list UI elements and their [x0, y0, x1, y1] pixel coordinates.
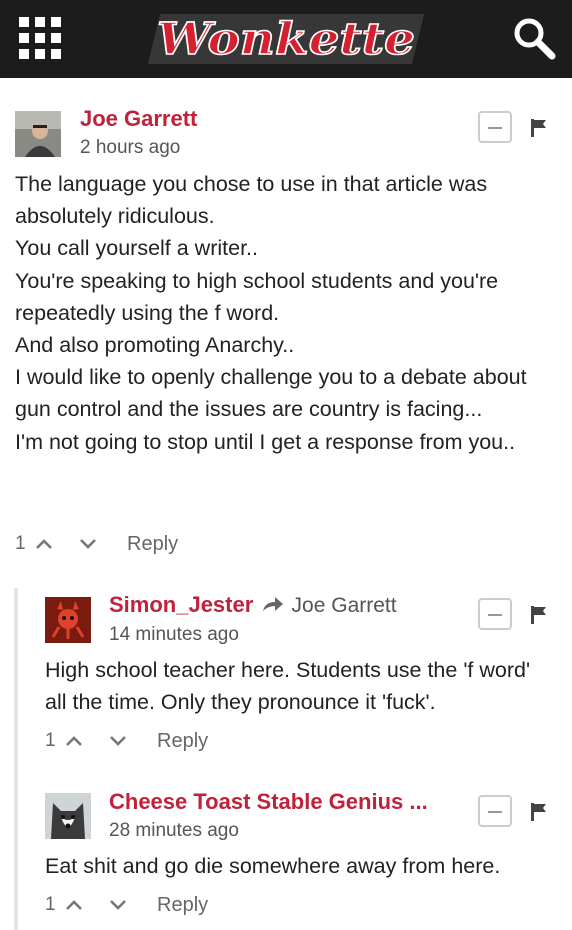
vote-count: 1 [45, 894, 56, 915]
flag-icon[interactable] [531, 803, 547, 821]
avatar[interactable] [45, 793, 91, 839]
collapse-button[interactable] [478, 795, 512, 827]
downvote-icon[interactable] [109, 896, 127, 914]
comment: Cheese Toast Stable Genius ... 28 minute… [0, 0, 572, 930]
upvote-icon[interactable] [65, 896, 83, 914]
comment-line: Eat shit and go die somewhere away from … [45, 854, 501, 878]
reply-link[interactable]: Reply [157, 894, 208, 917]
comment-timestamp[interactable]: 28 minutes ago [109, 820, 239, 842]
comment-footer: 1 Reply [45, 894, 305, 920]
comment-body: Eat shit and go die somewhere away from … [45, 850, 555, 882]
comment-author[interactable]: Cheese Toast Stable Genius ... [109, 789, 428, 815]
